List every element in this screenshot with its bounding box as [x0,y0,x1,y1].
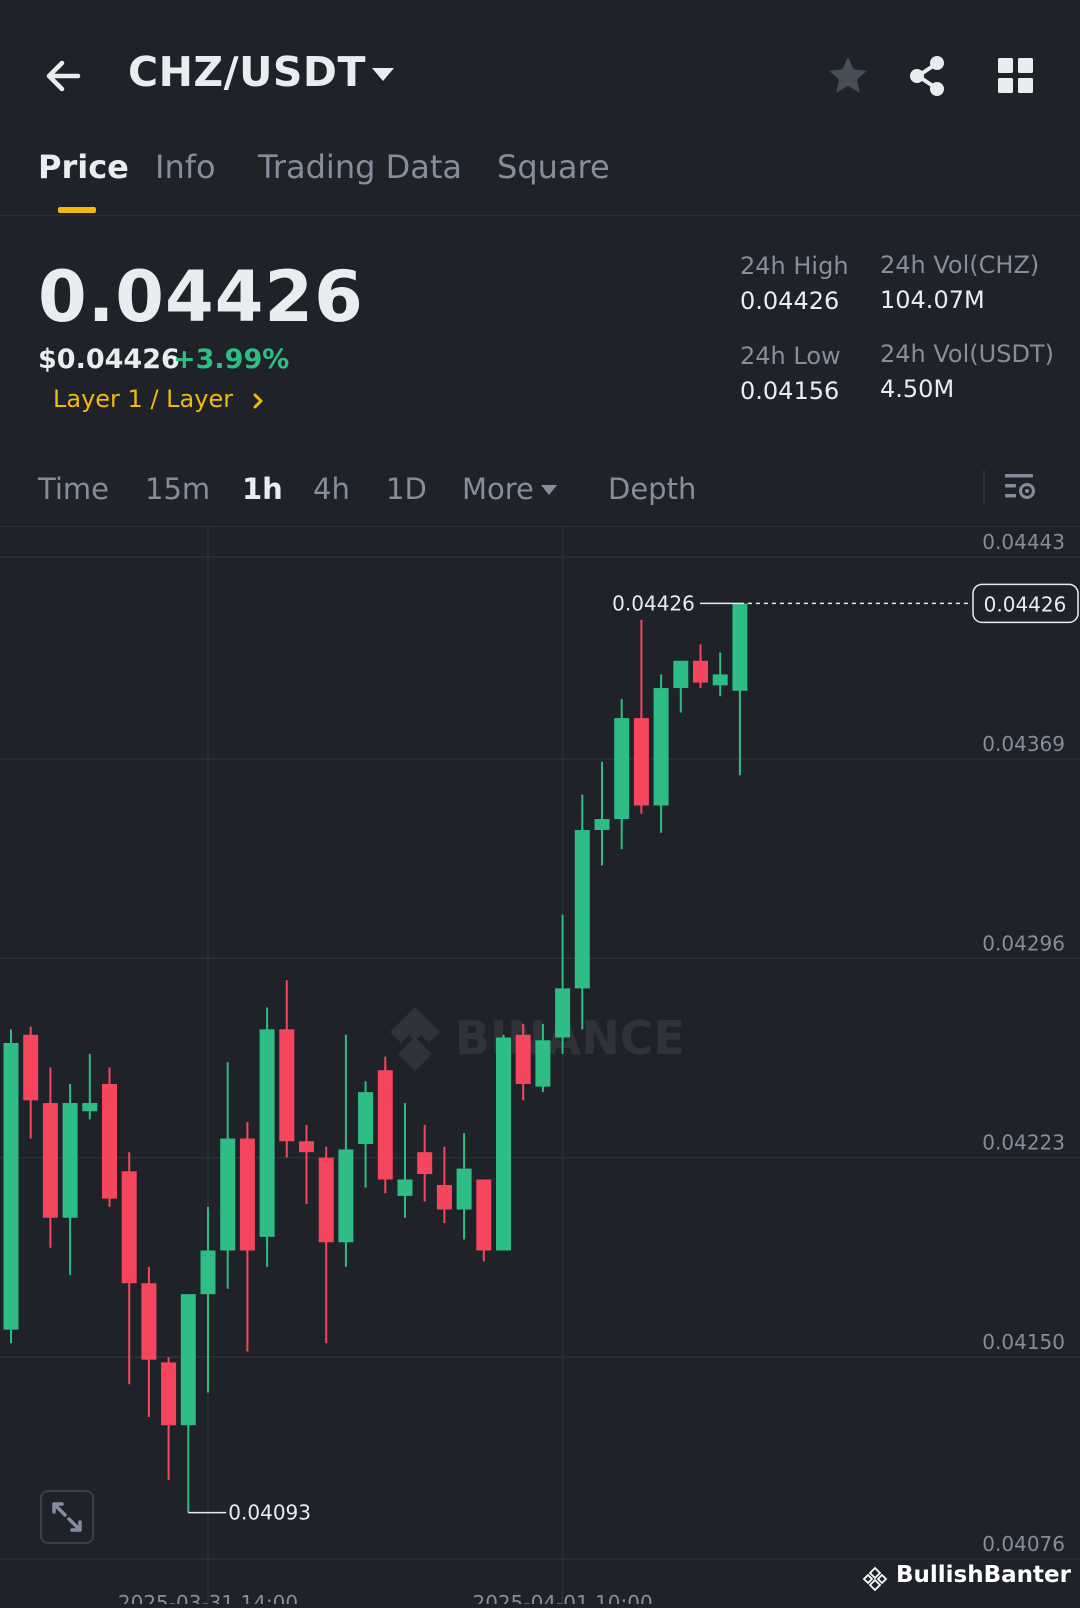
usd-price: $0.04426 [38,344,180,375]
stat-24h-low-value: 0.04156 [740,377,840,405]
interval-more[interactable]: More [462,472,534,506]
interval-1h[interactable]: 1h [242,472,283,506]
star-icon[interactable] [826,54,870,98]
y-axis-tick-label: 0.04296 [982,931,1065,955]
tab-price[interactable]: Price [38,148,129,186]
candle-up [535,1040,551,1087]
candle-up [732,603,748,691]
price-change-percent: +3.99% [173,344,290,375]
interval-time[interactable]: Time [38,472,109,506]
candle-up [358,1092,374,1145]
candle-up [338,1149,354,1243]
stat-24h-vol-base-value: 104.07M [880,286,985,314]
candle-down [417,1152,433,1175]
y-axis-tick-label: 0.04223 [982,1131,1065,1155]
candle-up [456,1168,472,1210]
high-marker-label: 0.04426 [612,591,695,615]
y-axis-tick-label: 0.04076 [982,1532,1065,1556]
watermark-username: BullishBanter [896,1562,1071,1588]
active-tab-indicator [58,207,96,213]
interval-1d[interactable]: 1D [386,472,427,506]
interval-15m[interactable]: 15m [145,472,210,506]
x-axis-tick-label: 2025-04-01 10:00 [472,1591,652,1604]
candle-down [377,1070,393,1180]
candle-down [476,1179,492,1251]
pair-title[interactable]: CHZ/USDT [128,48,366,96]
y-axis-tick-label: 0.04369 [982,732,1065,756]
tab-trading-data[interactable]: Trading Data [258,148,462,186]
candle-down [161,1362,177,1426]
top-bar: CHZ/USDT [0,0,1080,130]
stat-24h-vol-quote-value: 4.50M [880,375,955,403]
candle-up [574,830,590,989]
candle-down [23,1034,39,1101]
binance-logo-icon [390,1007,440,1071]
stat-24h-high-value: 0.04426 [740,287,840,315]
grid-icon[interactable] [996,56,1036,96]
candle-up [3,1042,19,1330]
share-icon[interactable] [906,54,950,98]
price-chart[interactable]: 0.04443 0.04369 0.04296 0.04223 0.04150 0.040… [0,527,1080,1608]
candle-up [82,1103,98,1112]
candle-down [318,1157,334,1243]
divider [0,215,1080,216]
expand-chart-button[interactable] [40,1490,94,1544]
interval-4h[interactable]: 4h [313,472,350,506]
y-axis-tick-label: 0.04150 [982,1330,1065,1354]
candle-up [594,819,610,831]
candle-down [436,1184,452,1210]
low-marker-label: 0.04093 [228,1501,311,1525]
candle-up [200,1250,216,1295]
chart-settings-icon[interactable] [1003,470,1037,504]
candle-down [633,718,649,806]
caret-down-icon[interactable] [370,64,396,84]
candle-up [62,1103,78,1218]
chevron-right-icon[interactable] [250,392,266,410]
candle-up [259,1029,275,1237]
candle-up [673,660,689,689]
candle-down [121,1171,137,1284]
stat-24h-vol-quote-label: 24h Vol(USDT) [880,340,1054,368]
back-arrow-icon[interactable] [38,50,90,102]
candle-up [180,1294,196,1426]
candle-down [239,1138,255,1251]
candle-up [220,1138,236,1251]
candle-up [653,688,669,806]
candle-up [555,988,571,1038]
candle-up [712,674,728,686]
stat-24h-high-label: 24h High [740,252,849,280]
candle-down [102,1083,117,1199]
candle-down [693,660,708,683]
y-axis-tick-label: 0.04443 [982,530,1065,554]
tab-square[interactable]: Square [497,148,610,186]
last-price: 0.04426 [38,256,364,338]
candle-down [279,1029,295,1142]
current-price-label: 0.04426 [984,592,1067,616]
stat-24h-low-label: 24h Low [740,342,841,370]
stat-24h-vol-base-label: 24h Vol(CHZ) [880,251,1040,279]
binance-square-logo-icon [862,1566,888,1592]
candle-up [397,1179,413,1196]
divider [983,470,985,504]
candle-down [42,1103,58,1218]
category-tag[interactable]: Layer 1 / Layer [53,385,233,413]
candle-up [496,1037,511,1251]
tab-info[interactable]: Info [155,148,216,186]
candle-down [515,1034,531,1084]
candle-down [141,1283,157,1360]
candle-down [299,1141,314,1153]
caret-down-icon[interactable] [540,482,558,496]
interval-depth[interactable]: Depth [608,472,696,506]
x-axis-tick-label: 2025-03-31 14:00 [118,1591,298,1604]
candle-up [614,718,630,820]
